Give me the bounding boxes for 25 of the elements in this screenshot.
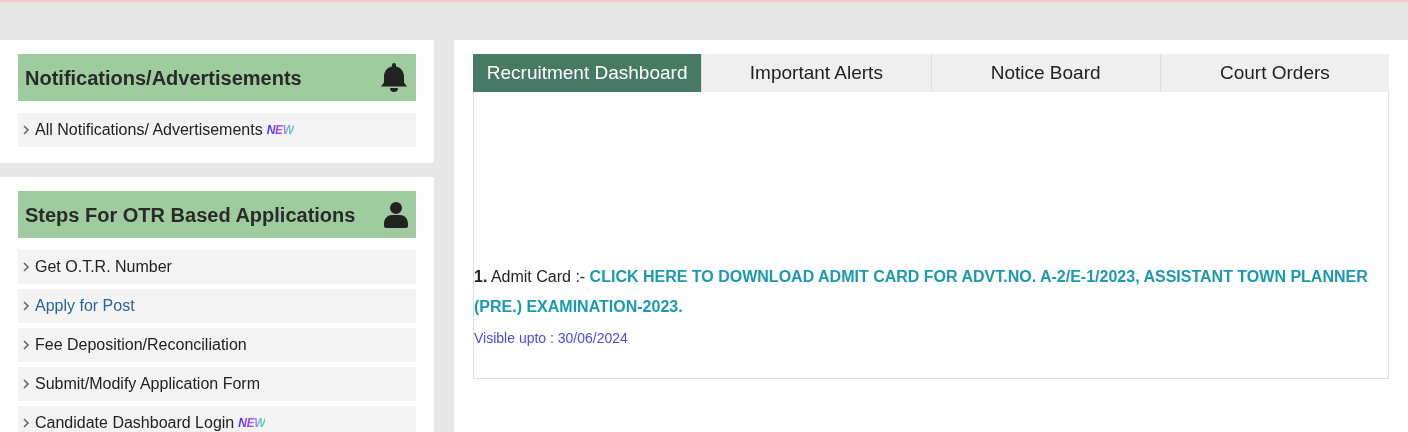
- link-label: All Notifications/ Advertisements: [35, 120, 263, 140]
- visible-date: Visible upto : 30/06/2024: [474, 329, 629, 348]
- tab[interactable]: Recruitment Dashboard: [473, 54, 702, 92]
- link-label: Submit/Modify Application Form: [35, 374, 260, 394]
- sidebar-link[interactable]: Fee Deposition/Reconciliation: [18, 328, 416, 362]
- sidebar-link[interactable]: Submit/Modify Application Form: [18, 367, 416, 401]
- link-label: Get O.T.R. Number: [35, 257, 172, 277]
- sidebar-link[interactable]: All Notifications/ Advertisements NEW: [18, 113, 416, 147]
- chevron-icon: [22, 418, 30, 428]
- chevron-icon: [22, 301, 30, 311]
- link-label: Fee Deposition/Reconciliation: [35, 335, 247, 355]
- chevron-icon: [22, 262, 30, 272]
- bell-icon: [380, 61, 408, 94]
- section-title: Notifications/Advertisements: [25, 65, 302, 91]
- chevron-icon: [22, 340, 30, 350]
- link-label: Apply for Post: [35, 296, 135, 316]
- sidebar-link[interactable]: Candidate Dashboard Login NEW: [18, 406, 416, 432]
- chevron-icon: [22, 125, 30, 135]
- link-label: Candidate Dashboard Login: [35, 413, 235, 432]
- chevron-icon: [22, 379, 30, 389]
- notice-link[interactable]: 1. Admit Card :- CLICK HERE TO DOWNLOAD ADMIT CARD FOR ADVT.NO. A-2/E-1/2023, ASSISTANT TOWN PLANNER (PRE.) EXAMINATION-2023.: [474, 262, 1388, 322]
- section-title: Steps For OTR Based Applications: [25, 202, 356, 228]
- sidebar-link[interactable]: Get O.T.R. Number: [18, 250, 416, 284]
- user-icon: [384, 201, 408, 228]
- sidebar-link[interactable]: Apply for Post: [18, 289, 416, 323]
